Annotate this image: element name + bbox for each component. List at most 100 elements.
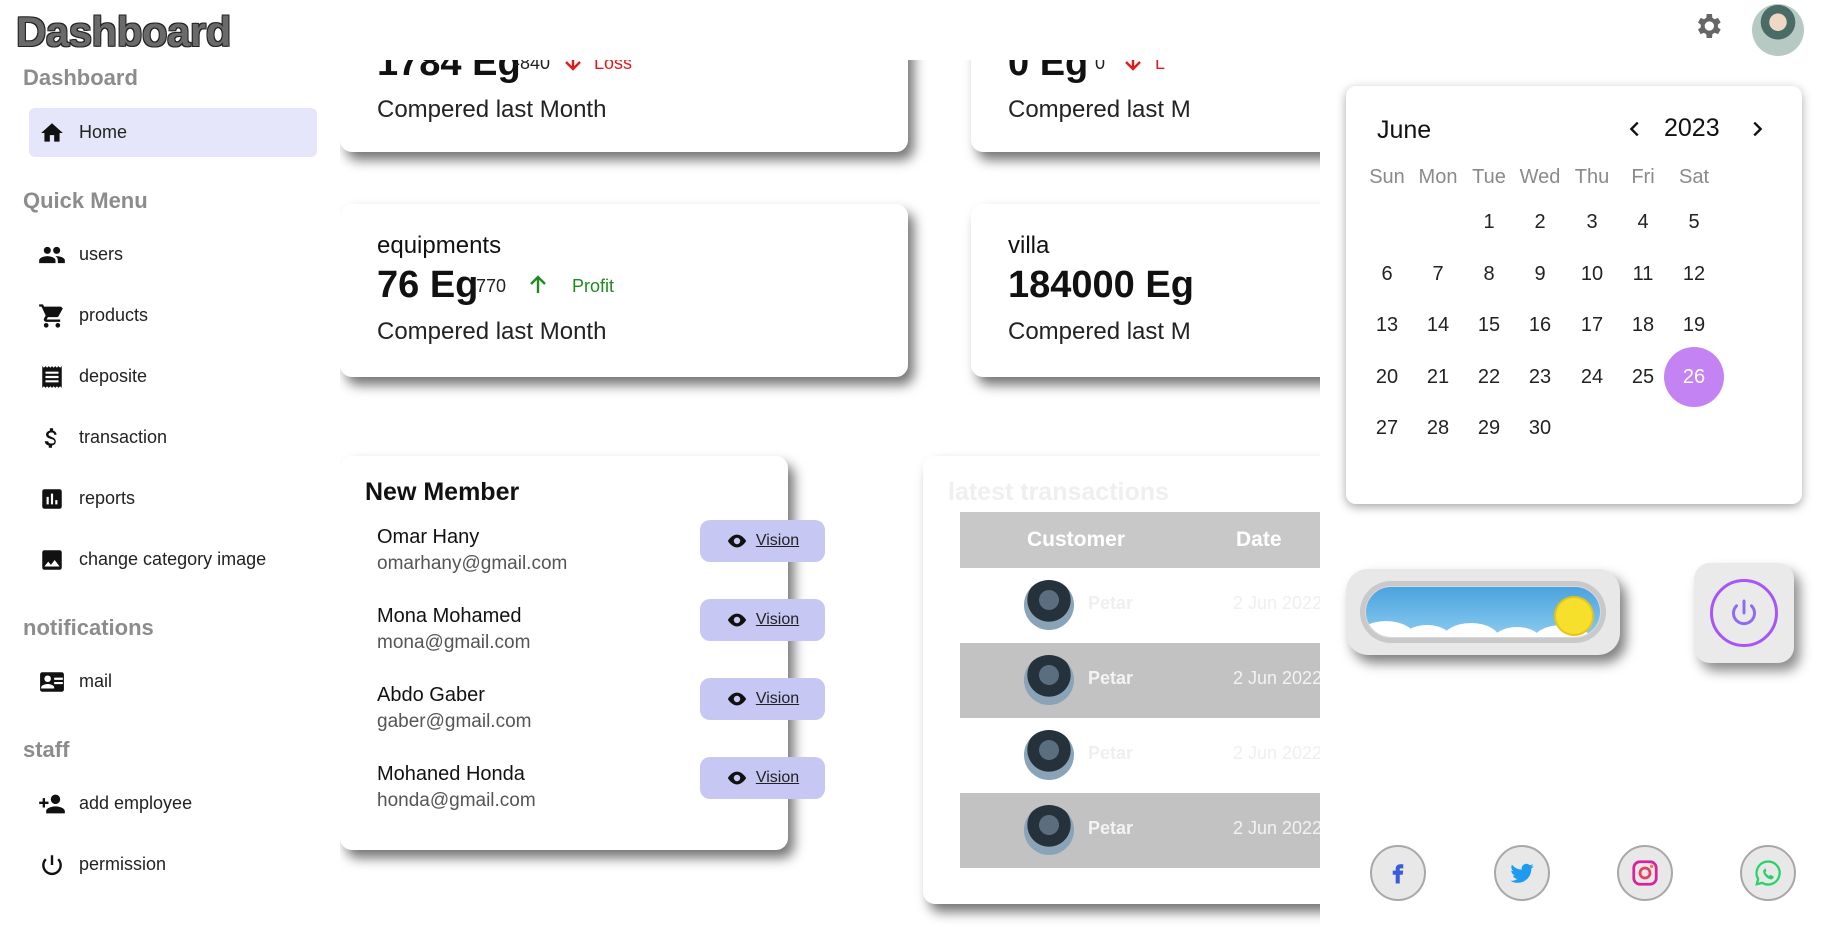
member-name: Mohaned Honda — [377, 763, 525, 785]
table-row[interactable]: Petar 2 Jun 2022 — [960, 643, 1340, 718]
users-icon — [37, 240, 67, 270]
vision-label: Vision — [755, 769, 800, 786]
calendar-day[interactable]: 30 — [1510, 398, 1570, 458]
transaction-date: 2 Jun 2022 — [1233, 668, 1323, 688]
stat-title: villa — [1008, 232, 1050, 259]
eye-icon — [727, 771, 747, 785]
stat-subtitle: Compered last M — [1008, 318, 1191, 345]
power-icon — [1732, 599, 1756, 626]
sidebar-item-label: reports — [79, 488, 136, 508]
sidebar-item-deposite[interactable]: deposite — [29, 352, 317, 401]
right-panel: June 2023 Sun Mon Tue Wed Thu Fri Sat 1 2 3 4 5 6 7 8 9… — [1320, 60, 1831, 927]
member-name: Mona Mohamed — [377, 605, 522, 627]
section-title-staff: staff — [23, 737, 70, 762]
toggle-track — [1360, 581, 1606, 643]
sun-icon — [1556, 598, 1592, 634]
eye-icon — [727, 534, 747, 548]
whatsapp-button[interactable] — [1740, 845, 1796, 901]
section-title-notifications: notifications — [23, 615, 154, 640]
weekday-label: Sat — [1678, 166, 1710, 188]
member-row: Omar Hany omarhany@gmail.com Vision — [377, 520, 827, 596]
customer-name: Petar — [1088, 818, 1134, 838]
table-header: Customer Date — [960, 512, 1340, 568]
member-email: omarhany@gmail.com — [377, 553, 568, 574]
customer-name: Petar — [1088, 593, 1134, 613]
contact-mail-icon — [37, 667, 67, 697]
vision-label: Vision — [755, 532, 800, 549]
user-avatar[interactable] — [1752, 4, 1804, 56]
new-member-card: New Member Omar Hany omarhany@gmail.com … — [340, 456, 825, 850]
stat-diff: 770 — [476, 276, 507, 296]
sidebar-item-add-employee[interactable]: add employee — [29, 779, 317, 828]
sidebar-item-users[interactable]: users — [29, 230, 317, 279]
sidebar-item-permission[interactable]: permission — [29, 840, 317, 889]
home-icon — [37, 118, 67, 148]
sidebar-item-products[interactable]: products — [29, 291, 317, 340]
sidebar-item-change-category-image[interactable]: change category image — [29, 535, 317, 584]
member-row: Abdo Gaber gaber@gmail.com Vision — [377, 678, 827, 754]
table-row[interactable]: Petar 2 Jun 2022 — [960, 568, 1340, 643]
table-row[interactable]: Petar 2 Jun 2022 — [960, 793, 1340, 868]
twitter-button[interactable] — [1494, 845, 1550, 901]
vision-button[interactable]: Vision — [700, 757, 825, 799]
avatar — [1024, 655, 1074, 705]
person-add-icon — [37, 789, 67, 819]
sidebar-item-reports[interactable]: reports — [29, 474, 317, 523]
image-icon — [37, 545, 67, 575]
power-button[interactable] — [1694, 563, 1794, 663]
calendar-day-selected[interactable]: 26 — [1664, 346, 1724, 407]
avatar — [1024, 730, 1074, 780]
instagram-button[interactable] — [1617, 845, 1673, 901]
stat-subtitle: Compered last M — [1008, 96, 1191, 123]
stat-trend-label: Profit — [572, 276, 615, 296]
sidebar-item-label: users — [79, 244, 124, 264]
sky-background — [1366, 587, 1600, 637]
sidebar-item-label: change category image — [79, 549, 267, 569]
dashboard-page: 1784 Eg -840 Loss Compered last Month 0 … — [0, 0, 1831, 927]
chevron-left-icon[interactable] — [1624, 118, 1646, 140]
calendar: June 2023 Sun Mon Tue Wed Thu Fri Sat 1 2 3 4 5 6 7 8 9… — [1346, 86, 1802, 504]
twitter-icon — [1510, 863, 1534, 883]
sidebar-item-transaction[interactable]: transaction — [29, 413, 317, 462]
sidebar-item-label: Home — [79, 122, 128, 142]
vision-button[interactable]: Vision — [700, 599, 825, 641]
gear-icon[interactable] — [1692, 10, 1724, 42]
avatar — [1024, 580, 1074, 630]
facebook-icon — [1392, 864, 1404, 884]
vision-label: Vision — [755, 690, 800, 707]
facebook-button[interactable] — [1370, 845, 1426, 901]
member-name: Omar Hany — [377, 526, 480, 548]
chart-icon — [37, 484, 67, 514]
sidebar-item-label: permission — [79, 854, 167, 874]
transaction-date: 2 Jun 2022 — [1233, 743, 1323, 763]
receipt-icon — [37, 362, 67, 392]
theme-toggle[interactable] — [1346, 569, 1620, 655]
stat-subtitle: Compered last Month — [377, 96, 607, 123]
vision-button[interactable]: Vision — [700, 678, 825, 720]
member-row: Mohaned Honda honda@gmail.com Vision — [377, 757, 827, 833]
app-logo: Dashboard — [16, 8, 231, 55]
eye-icon — [727, 613, 747, 627]
vision-button[interactable]: Vision — [700, 520, 825, 562]
sidebar-item-label: add employee — [79, 793, 193, 813]
chevron-right-icon[interactable] — [1746, 118, 1768, 140]
member-email: mona@gmail.com — [377, 632, 531, 653]
sidebar-item-label: products — [79, 305, 149, 325]
power-icon — [37, 850, 67, 880]
sidebar-item-label: deposite — [79, 366, 148, 386]
dollar-icon — [37, 423, 67, 453]
instagram-icon — [1632, 860, 1658, 886]
stat-amount: 76 Eg — [377, 264, 479, 306]
sidebar-item-mail[interactable]: mail — [29, 657, 317, 706]
stat-title: equipments — [377, 232, 502, 259]
sidebar-item-home[interactable]: Home — [29, 108, 317, 157]
transaction-date: 2 Jun 2022 — [1233, 593, 1323, 613]
member-email: gaber@gmail.com — [377, 711, 532, 732]
calendar-year: 2023 — [1664, 114, 1720, 142]
cart-icon — [37, 301, 67, 331]
table-row[interactable]: Petar 2 Jun 2022 — [960, 718, 1340, 793]
sidebar-item-label: transaction — [79, 427, 168, 447]
arrow-up-icon — [530, 275, 546, 293]
weekday-label: Wed — [1519, 166, 1561, 188]
vision-label: Vision — [755, 611, 800, 628]
